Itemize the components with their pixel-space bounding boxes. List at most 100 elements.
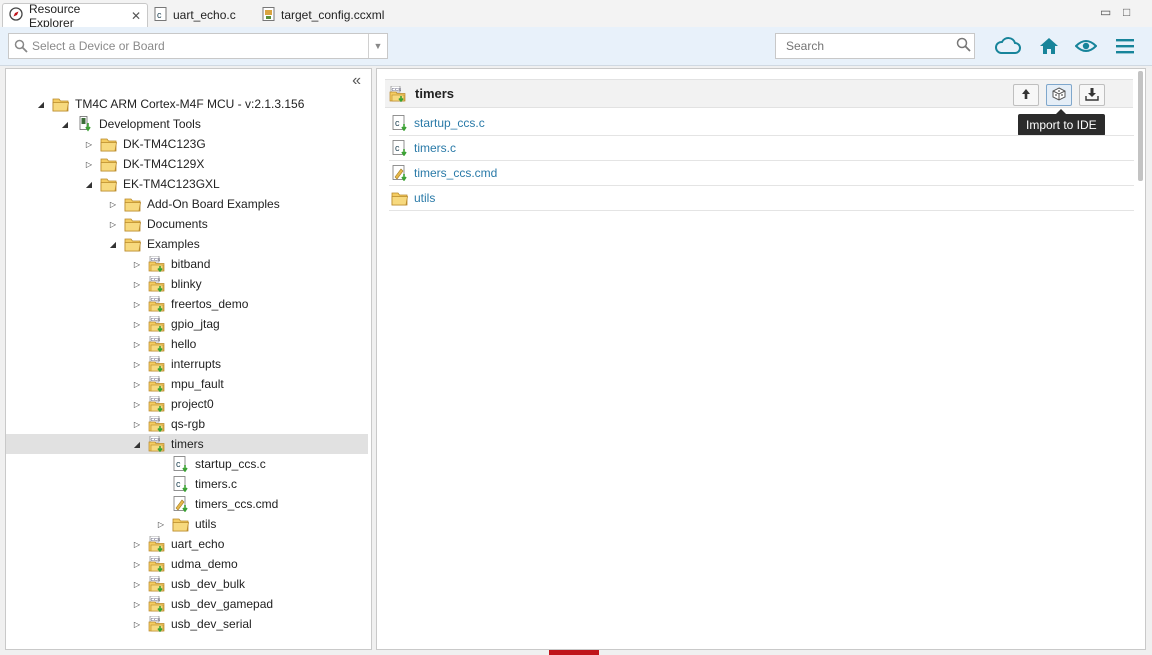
expanded-triangle-icon[interactable]: ◢: [60, 119, 70, 129]
tree-item[interactable]: ▷ Add-On Board Examples: [6, 194, 368, 214]
folder-icon: [100, 136, 118, 152]
close-icon[interactable]: ✕: [131, 9, 141, 23]
collapsed-triangle-icon[interactable]: ▷: [132, 259, 142, 269]
cloud-icon[interactable]: [995, 35, 1021, 57]
tree-item[interactable]: ▷ interrupts: [6, 354, 368, 374]
tree-item-label: DK-TM4C123G: [123, 137, 206, 151]
search-field[interactable]: [775, 33, 975, 59]
file-link[interactable]: startup_ccs.c: [414, 116, 485, 130]
collapsed-triangle-icon[interactable]: ▷: [132, 299, 142, 309]
collapsed-triangle-icon[interactable]: ▷: [108, 199, 118, 209]
tab-uart-echo[interactable]: c uart_echo.c: [148, 3, 256, 27]
up-arrow-icon: [1020, 88, 1032, 103]
search-icon[interactable]: [952, 37, 974, 55]
tree-item[interactable]: ▷ bitband: [6, 254, 368, 274]
file-list-item[interactable]: timers.c: [389, 136, 1134, 161]
tree-item[interactable]: timers_ccs.cmd: [6, 494, 368, 514]
tree-item[interactable]: ▷ utils: [6, 514, 368, 534]
tree-item-label: project0: [171, 397, 214, 411]
ccs-project-icon: [148, 615, 166, 632]
editor-tab-bar: Resource Explorer ✕ c uart_echo.c target…: [0, 0, 1152, 30]
tree-item[interactable]: ◢ Examples: [6, 234, 368, 254]
tree-item[interactable]: ▷ usb_dev_gamepad: [6, 594, 368, 614]
tree-item[interactable]: ▷ DK-TM4C123G: [6, 134, 368, 154]
tree-item-label: blinky: [171, 277, 202, 291]
file-list-item[interactable]: startup_ccs.c: [389, 111, 1134, 136]
collapsed-triangle-icon[interactable]: ▷: [84, 159, 94, 169]
collapsed-triangle-icon[interactable]: ▷: [156, 519, 166, 529]
tree-item[interactable]: ◢ timers: [6, 434, 368, 454]
file-link[interactable]: timers.c: [414, 141, 456, 155]
device-board-select[interactable]: Select a Device or Board ▼: [8, 33, 388, 59]
collapse-panel-icon[interactable]: «: [352, 72, 361, 90]
collapsed-triangle-icon[interactable]: ▷: [132, 359, 142, 369]
collapsed-triangle-icon[interactable]: ▷: [132, 619, 142, 629]
file-list-item[interactable]: timers_ccs.cmd: [389, 161, 1134, 186]
import-to-ide-button[interactable]: [1046, 84, 1072, 106]
search-input[interactable]: [776, 38, 952, 54]
tree-item[interactable]: ▷ usb_dev_bulk: [6, 574, 368, 594]
tree-item[interactable]: ▷ udma_demo: [6, 554, 368, 574]
tree-item[interactable]: ◢ TM4C ARM Cortex-M4F MCU - v:2.1.3.156: [6, 94, 368, 114]
file-link[interactable]: utils: [414, 191, 435, 205]
ccs-project-icon: [148, 255, 166, 272]
maximize-icon[interactable]: □: [1123, 5, 1130, 19]
eye-icon[interactable]: [1074, 35, 1098, 57]
tree-item[interactable]: ▷ project0: [6, 394, 368, 414]
collapsed-triangle-icon[interactable]: ▷: [132, 399, 142, 409]
minimize-icon[interactable]: ▭: [1100, 5, 1111, 19]
tree-item[interactable]: ▷ mpu_fault: [6, 374, 368, 394]
tab-resource-explorer[interactable]: Resource Explorer ✕: [2, 2, 148, 30]
chevron-down-icon[interactable]: ▼: [368, 34, 387, 58]
collapsed-triangle-icon[interactable]: ▷: [132, 559, 142, 569]
tree-item[interactable]: ▷ freertos_demo: [6, 294, 368, 314]
file-link[interactable]: timers_ccs.cmd: [414, 166, 497, 180]
tree-item-label: EK-TM4C123GXL: [123, 177, 220, 191]
cmd-file-icon: [391, 164, 409, 181]
tree-item[interactable]: ▷ hello: [6, 334, 368, 354]
expanded-triangle-icon[interactable]: ◢: [84, 179, 94, 189]
folder-icon: [124, 236, 142, 252]
tree-item[interactable]: ◢ Development Tools: [6, 114, 368, 134]
collapsed-triangle-icon[interactable]: ▷: [132, 319, 142, 329]
tree-item-label: usb_dev_serial: [171, 617, 252, 631]
tree-item[interactable]: ▷ Documents: [6, 214, 368, 234]
ccs-project-icon: [148, 595, 166, 612]
collapsed-triangle-icon[interactable]: ▷: [132, 339, 142, 349]
collapsed-triangle-icon[interactable]: ▷: [132, 419, 142, 429]
tree-item[interactable]: ◢ EK-TM4C123GXL: [6, 174, 368, 194]
config-file-icon: [262, 6, 275, 24]
collapsed-triangle-icon[interactable]: ▷: [132, 599, 142, 609]
download-button[interactable]: [1079, 84, 1105, 106]
expanded-triangle-icon[interactable]: ◢: [132, 439, 142, 449]
file-list-item[interactable]: utils: [389, 186, 1134, 211]
collapsed-triangle-icon[interactable]: ▷: [132, 539, 142, 549]
tree-item[interactable]: ▷ blinky: [6, 274, 368, 294]
hamburger-menu-icon[interactable]: [1113, 35, 1137, 57]
tree-item[interactable]: ▷ DK-TM4C129X: [6, 154, 368, 174]
ccs-project-icon: [389, 84, 407, 102]
expanded-triangle-icon[interactable]: ◢: [108, 239, 118, 249]
ccs-project-icon: [148, 315, 166, 332]
tree-item[interactable]: startup_ccs.c: [6, 454, 368, 474]
tree-item[interactable]: timers.c: [6, 474, 368, 494]
search-icon: [14, 39, 28, 53]
expanded-triangle-icon[interactable]: ◢: [36, 99, 46, 109]
tree-item[interactable]: ▷ gpio_jtag: [6, 314, 368, 334]
up-button[interactable]: [1013, 84, 1039, 106]
tree-item[interactable]: ▷ usb_dev_serial: [6, 614, 368, 634]
collapsed-triangle-icon[interactable]: ▷: [132, 379, 142, 389]
collapsed-triangle-icon[interactable]: ▷: [84, 139, 94, 149]
tree-item[interactable]: ▷ qs-rgb: [6, 414, 368, 434]
collapsed-triangle-icon[interactable]: ▷: [132, 279, 142, 289]
tab-target-config[interactable]: target_config.ccxml: [256, 3, 396, 27]
tree-item[interactable]: ▷ uart_echo: [6, 534, 368, 554]
vertical-scrollbar[interactable]: [1138, 71, 1143, 181]
home-icon[interactable]: [1037, 35, 1061, 57]
ccs-project-icon: [148, 415, 166, 432]
collapsed-triangle-icon[interactable]: ▷: [108, 219, 118, 229]
collapsed-triangle-icon[interactable]: ▷: [132, 579, 142, 589]
